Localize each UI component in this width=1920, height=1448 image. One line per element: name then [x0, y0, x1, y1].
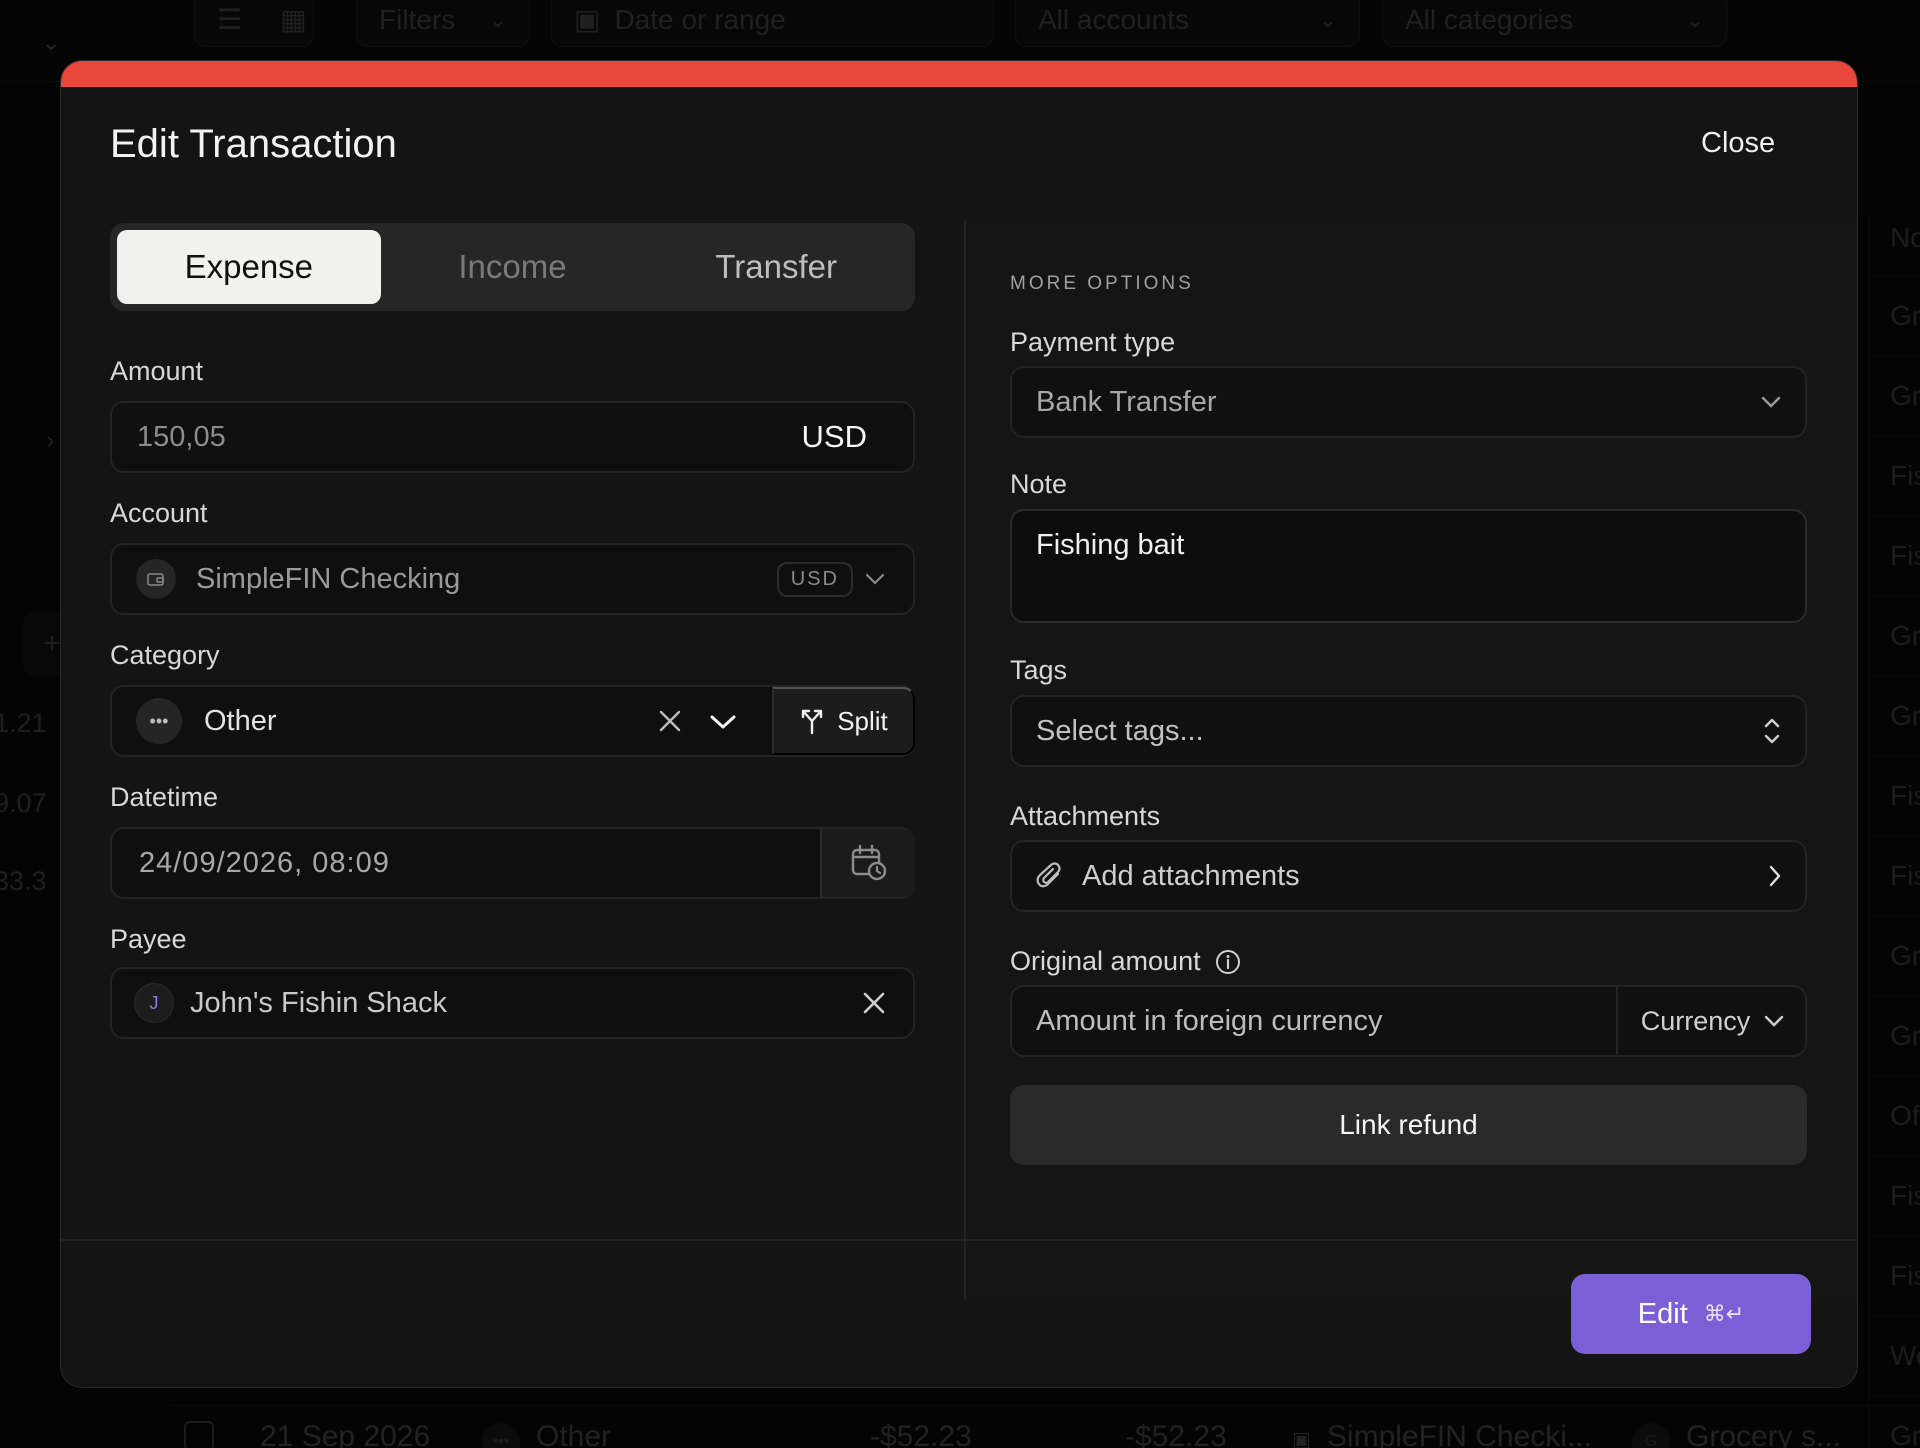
payment-type-select[interactable]: Bank Transfer	[1010, 366, 1807, 438]
clear-icon[interactable]	[658, 709, 682, 733]
tags-label: Tags	[1010, 655, 1068, 685]
split-button[interactable]: Split	[772, 687, 915, 755]
add-attachments-button[interactable]: Add attachments	[1010, 840, 1807, 912]
chevron-down-icon	[1761, 396, 1781, 408]
keyboard-shortcut-hint: ⌘↵	[1703, 1301, 1745, 1326]
clear-icon[interactable]	[863, 992, 885, 1014]
payee-avatar: J	[134, 983, 174, 1023]
link-refund-button[interactable]: Link refund	[1010, 1085, 1807, 1165]
currency-select[interactable]: Currency	[1616, 987, 1807, 1055]
close-button[interactable]: Close	[1701, 127, 1775, 160]
chevron-right-icon	[1769, 865, 1781, 887]
tab-transfer[interactable]: Transfer	[644, 230, 908, 304]
original-amount-label: Original amount	[1010, 946, 1201, 976]
transaction-type-tabs: Expense Income Transfer	[110, 223, 915, 311]
original-amount-input[interactable]: Amount in foreign currency	[1036, 1005, 1383, 1038]
tab-expense[interactable]: Expense	[117, 230, 381, 304]
attachments-label: Attachments	[1010, 801, 1161, 831]
chevron-down-icon[interactable]	[710, 714, 736, 730]
tab-income[interactable]: Income	[381, 230, 645, 304]
footer-divider	[61, 1239, 1857, 1241]
original-amount-input-group: Amount in foreign currency Currency	[1010, 985, 1807, 1057]
amount-label: Amount	[110, 356, 204, 386]
account-currency-badge: USD	[776, 561, 853, 597]
more-dots-icon: •••	[136, 698, 182, 744]
payee-label: Payee	[110, 924, 187, 954]
payee-value: John's Fishin Shack	[190, 986, 447, 1019]
split-icon	[799, 707, 825, 735]
datetime-value: 24/09/2026, 08:09	[139, 846, 390, 879]
tags-select[interactable]: Select tags...	[1010, 695, 1807, 767]
category-select[interactable]: ••• Other Split	[110, 685, 915, 757]
tags-placeholder: Select tags...	[1036, 714, 1204, 747]
amount-input[interactable]: 150,05 USD	[110, 401, 915, 473]
info-icon[interactable]	[1215, 949, 1241, 975]
edit-transaction-dialog: Edit Transaction Close Expense Income Tr…	[60, 60, 1858, 1388]
edit-submit-label: Edit	[1637, 1297, 1688, 1330]
payee-select[interactable]: J John's Fishin Shack	[110, 967, 915, 1039]
chevron-down-icon	[1764, 1015, 1784, 1027]
calendar-clock-icon	[850, 844, 888, 882]
account-label: Account	[110, 498, 208, 528]
column-divider	[964, 221, 966, 1301]
expense-accent-bar	[61, 61, 1857, 87]
category-label: Category	[110, 640, 220, 670]
amount-currency: USD	[801, 419, 867, 454]
category-value: Other	[204, 704, 277, 737]
note-label: Note	[1010, 469, 1068, 499]
datetime-input[interactable]: 24/09/2026, 08:09	[110, 827, 915, 899]
account-value: SimpleFIN Checking	[196, 562, 461, 595]
payment-type-label: Payment type	[1010, 327, 1176, 357]
split-label: Split	[837, 705, 888, 736]
more-options-heading: MORE OPTIONS	[1010, 273, 1194, 294]
amount-value: 150,05	[137, 420, 226, 453]
add-attachments-label: Add attachments	[1082, 859, 1300, 892]
payment-type-value: Bank Transfer	[1036, 385, 1217, 418]
dialog-title: Edit Transaction	[110, 122, 397, 166]
edit-submit-button[interactable]: Edit ⌘↵	[1571, 1274, 1811, 1354]
wallet-icon	[136, 559, 176, 599]
paperclip-icon	[1036, 861, 1064, 891]
account-select[interactable]: SimpleFIN Checking USD	[110, 543, 915, 615]
datetime-label: Datetime	[110, 782, 219, 812]
chevron-down-icon	[865, 573, 885, 585]
datetime-picker-button[interactable]	[820, 829, 915, 897]
chevron-up-down-icon	[1763, 716, 1781, 746]
currency-select-label: Currency	[1640, 1005, 1751, 1036]
original-amount-label-row: Original amount	[1010, 946, 1241, 977]
note-textarea[interactable]: Fishing bait	[1010, 509, 1807, 623]
